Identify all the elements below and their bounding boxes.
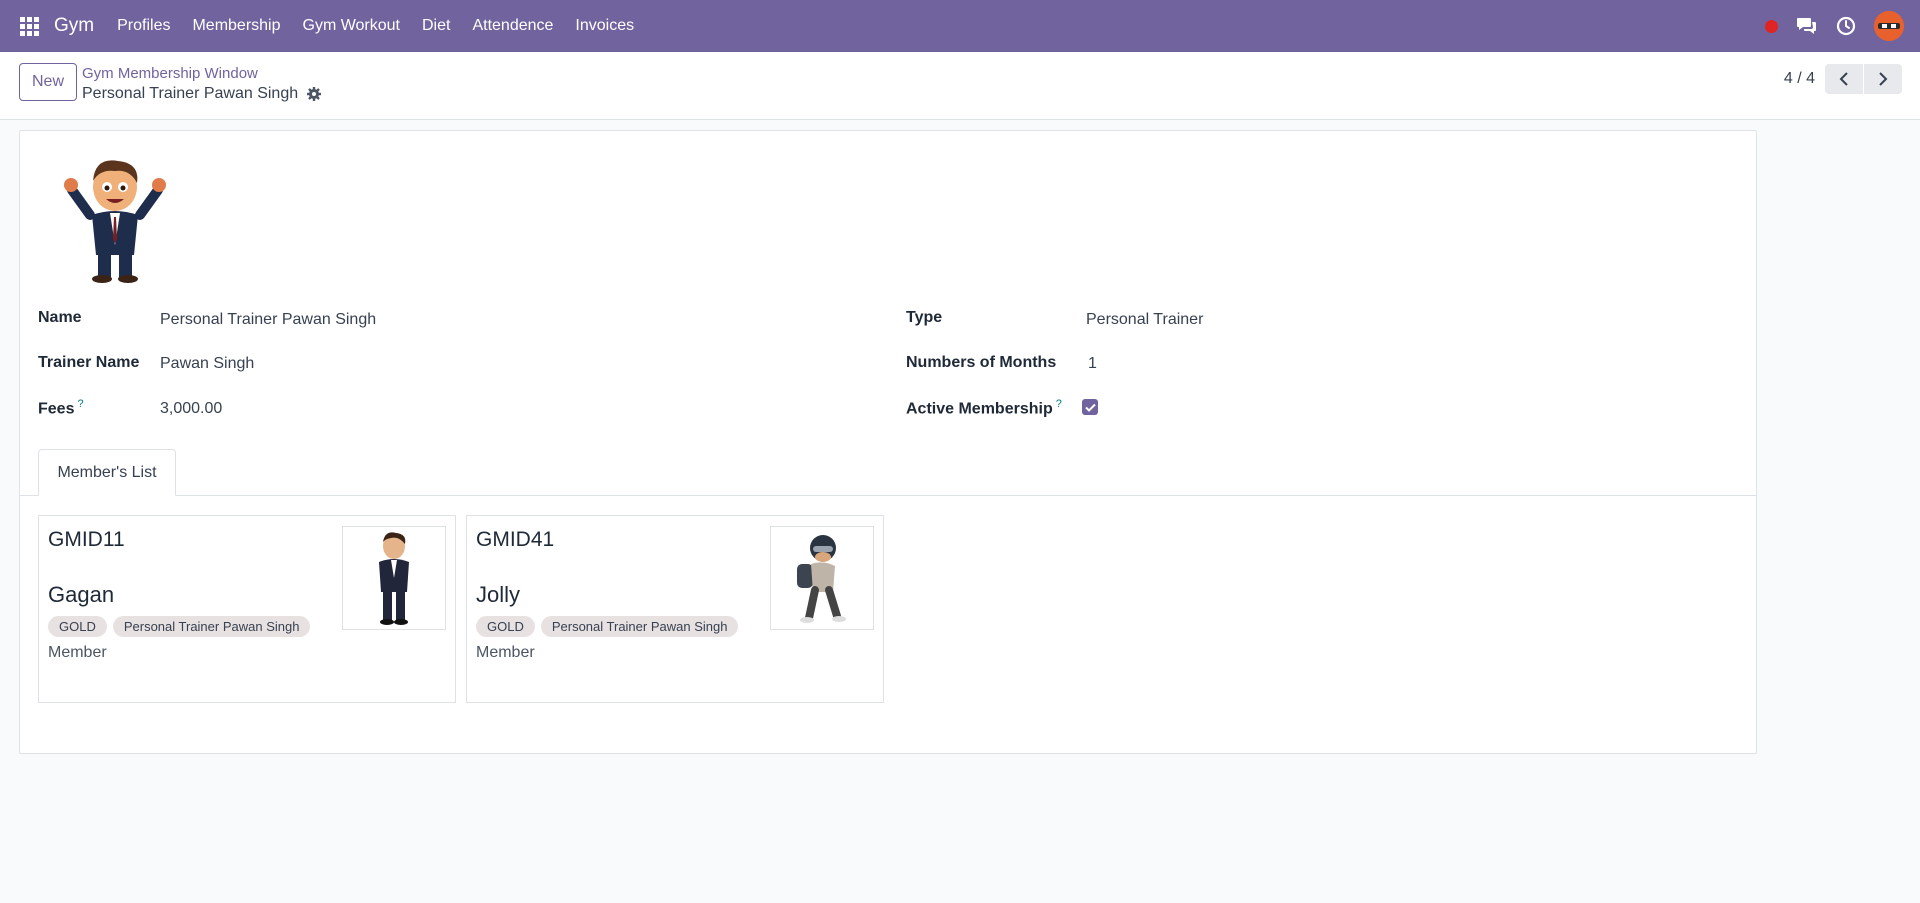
gear-icon[interactable] bbox=[306, 86, 322, 102]
member-tags: GOLD Personal Trainer Pawan Singh bbox=[476, 616, 739, 637]
pager: 4 / 4 bbox=[1784, 64, 1902, 94]
app-brand[interactable]: Gym bbox=[54, 15, 94, 37]
apps-menu-icon[interactable] bbox=[0, 0, 58, 52]
control-panel: New Gym Membership Window Personal Train… bbox=[0, 52, 1920, 120]
menu-profiles[interactable]: Profiles bbox=[106, 17, 181, 35]
trainer-name-label: Trainer Name bbox=[38, 354, 140, 371]
member-tags: GOLD Personal Trainer Pawan Singh bbox=[48, 616, 311, 637]
recording-indicator-icon[interactable] bbox=[1765, 19, 1778, 33]
name-field[interactable]: Personal Trainer Pawan Singh bbox=[160, 311, 376, 329]
breadcrumb-parent-link[interactable]: Gym Membership Window bbox=[82, 64, 322, 83]
tabs-divider bbox=[20, 495, 1756, 496]
months-field[interactable]: 1 bbox=[1088, 355, 1097, 373]
member-name: Jolly bbox=[476, 582, 521, 607]
menu-attendence[interactable]: Attendence bbox=[461, 17, 564, 35]
trainer-name-field[interactable]: Pawan Singh bbox=[160, 355, 254, 373]
activity-clock-icon[interactable] bbox=[1836, 16, 1856, 36]
active-membership-help-icon[interactable]: ? bbox=[1056, 398, 1062, 410]
member-id: GMID41 bbox=[476, 528, 555, 551]
pager-next-button[interactable] bbox=[1864, 64, 1902, 94]
name-label: Name bbox=[38, 309, 82, 326]
active-membership-checkbox[interactable] bbox=[1082, 399, 1098, 415]
member-card[interactable]: GMID11 Gagan GOLD Personal Trainer Pawan… bbox=[38, 515, 456, 703]
check-icon bbox=[1084, 403, 1096, 412]
type-label: Type bbox=[906, 309, 943, 326]
member-id: GMID11 bbox=[48, 528, 125, 551]
top-navbar: Gym Profiles Membership Gym Workout Diet… bbox=[0, 0, 1920, 52]
membership-image[interactable] bbox=[60, 155, 170, 285]
tag-badge: Personal Trainer Pawan Singh bbox=[540, 616, 739, 637]
member-photo bbox=[770, 526, 874, 630]
pager-previous-button[interactable] bbox=[1825, 64, 1863, 94]
member-role: Member bbox=[476, 644, 535, 661]
tab-members-list[interactable]: Member's List bbox=[38, 449, 176, 496]
active-membership-label: Active Membership? bbox=[906, 398, 1062, 418]
fees-field[interactable]: 3,000.00 bbox=[160, 400, 222, 418]
menu-membership[interactable]: Membership bbox=[181, 17, 291, 35]
breadcrumb: Gym Membership Window Personal Trainer P… bbox=[82, 64, 322, 104]
user-avatar[interactable] bbox=[1874, 11, 1904, 41]
months-label: Numbers of Months bbox=[906, 354, 1057, 371]
member-photo bbox=[342, 526, 446, 630]
pager-value[interactable]: 4 / 4 bbox=[1784, 70, 1815, 88]
menu-gym-workout[interactable]: Gym Workout bbox=[292, 17, 412, 35]
fees-help-icon[interactable]: ? bbox=[77, 398, 83, 410]
fees-label: Fees? bbox=[38, 398, 84, 418]
member-name: Gagan bbox=[48, 582, 115, 607]
chevron-right-icon bbox=[1879, 72, 1888, 86]
tag-badge: GOLD bbox=[476, 616, 535, 637]
type-field[interactable]: Personal Trainer bbox=[1086, 311, 1203, 329]
member-card[interactable]: GMID41 Jolly GOLD Personal Trainer Pawan… bbox=[466, 515, 884, 703]
chat-icon[interactable] bbox=[1796, 16, 1818, 36]
new-button[interactable]: New bbox=[19, 63, 77, 101]
form-sheet: Name Personal Trainer Pawan Singh Traine… bbox=[19, 130, 1757, 754]
breadcrumb-current: Personal Trainer Pawan Singh bbox=[82, 85, 299, 102]
member-role: Member bbox=[48, 644, 107, 661]
tag-badge: GOLD bbox=[48, 616, 107, 637]
chevron-left-icon bbox=[1839, 72, 1848, 86]
menu-diet[interactable]: Diet bbox=[411, 17, 461, 35]
menu-invoices[interactable]: Invoices bbox=[564, 17, 645, 35]
tag-badge: Personal Trainer Pawan Singh bbox=[112, 616, 311, 637]
